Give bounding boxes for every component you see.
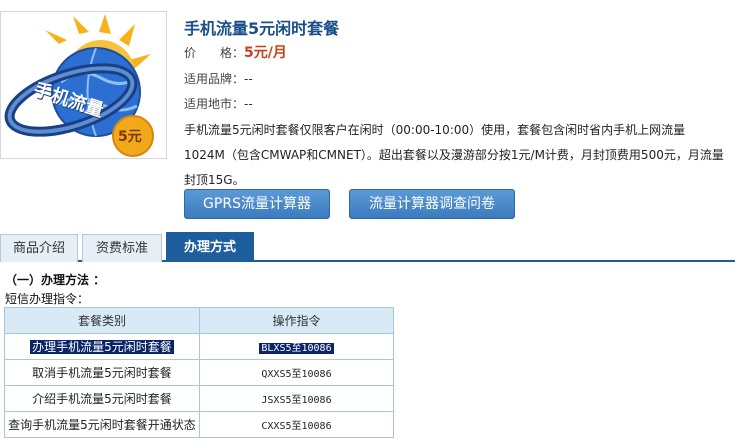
tab-product-intro[interactable]: 商品介绍 bbox=[0, 234, 78, 262]
table-row: 取消手机流量5元闲时套餐 QXXS5至10086 bbox=[4, 359, 394, 386]
table-row: 查询手机流量5元闲时套餐开通状态 CXXS5至10086 bbox=[4, 411, 394, 438]
table-header-row: 套餐类别 操作指令 bbox=[4, 307, 394, 334]
command-text: BLXS5至10086 bbox=[259, 343, 334, 354]
price-value: 5元/月 bbox=[244, 45, 287, 61]
table-cell-category: 查询手机流量5元闲时套餐开通状态 bbox=[4, 411, 200, 438]
table-cell-category: 取消手机流量5元闲时套餐 bbox=[4, 359, 200, 386]
section-title: （一）办理方法 ： bbox=[5, 273, 106, 287]
table-cell-command: JSXS5至10086 bbox=[199, 385, 394, 412]
table-cell-command: BLXS5至10086 bbox=[199, 333, 394, 360]
table-cell-command: QXXS5至10086 bbox=[199, 359, 394, 386]
region-value: -- bbox=[244, 97, 253, 111]
brand-value: -- bbox=[244, 72, 253, 86]
product-description: 手机流量5元闲时套餐仅限客户在闲时（00:00-10:00）使用，套餐包含闲时省… bbox=[184, 123, 724, 187]
price-label: 价 格： bbox=[184, 46, 245, 60]
tab-pricing[interactable]: 资费标准 bbox=[82, 234, 162, 262]
region-row: 适用地市：-- bbox=[184, 95, 253, 112]
price-row: 价 格：5元/月 bbox=[184, 42, 287, 62]
product-image-badge: 5元 bbox=[118, 129, 142, 145]
table-header-category: 套餐类别 bbox=[4, 307, 200, 334]
product-title: 手机流量5元闲时套餐 bbox=[184, 19, 340, 38]
table-header-command: 操作指令 bbox=[199, 307, 394, 334]
table-cell-category: 介绍手机流量5元闲时套餐 bbox=[4, 385, 200, 412]
table-row: 介绍手机流量5元闲时套餐 JSXS5至10086 bbox=[4, 385, 394, 412]
category-text: 办理手机流量5元闲时套餐 bbox=[30, 340, 174, 354]
brand-row: 适用品牌：-- bbox=[184, 70, 253, 87]
sms-command-table: 套餐类别 操作指令 办理手机流量5元闲时套餐 BLXS5至10086 取消手机流… bbox=[4, 307, 394, 438]
table-cell-command: CXXS5至10086 bbox=[199, 411, 394, 438]
section-subtitle: 短信办理指令： bbox=[5, 292, 90, 306]
product-image: 手机流量 5元 bbox=[0, 11, 167, 159]
tab-how-to-apply[interactable]: 办理方式 bbox=[166, 232, 254, 262]
gprs-calculator-button[interactable]: GPRS流量计算器 bbox=[184, 189, 330, 219]
region-label: 适用地市： bbox=[184, 97, 245, 111]
survey-button[interactable]: 流量计算器调查问卷 bbox=[349, 189, 515, 219]
tab-bar: 商品介绍 资费标准 办理方式 bbox=[0, 232, 735, 262]
table-row: 办理手机流量5元闲时套餐 BLXS5至10086 bbox=[4, 333, 394, 360]
table-cell-category: 办理手机流量5元闲时套餐 bbox=[4, 333, 200, 360]
brand-label: 适用品牌： bbox=[184, 72, 245, 86]
